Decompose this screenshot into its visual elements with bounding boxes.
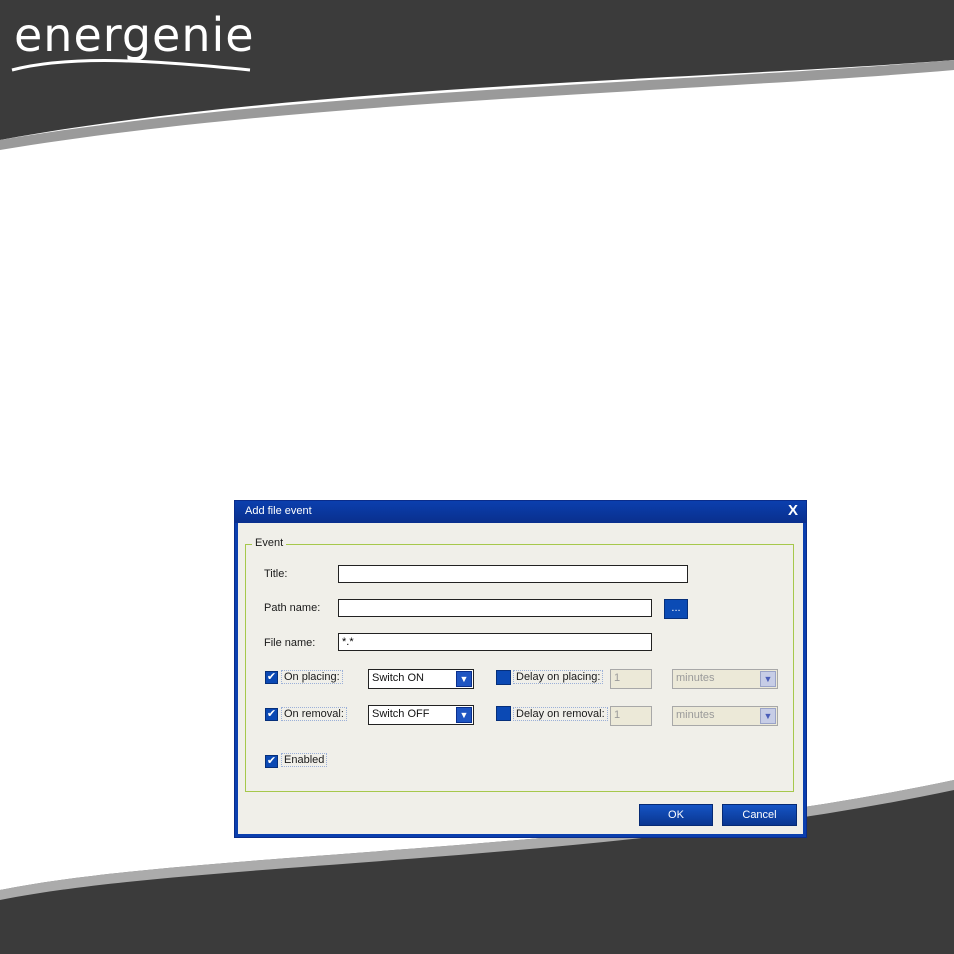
title-field[interactable] xyxy=(338,565,688,583)
file-name-label: File name: xyxy=(264,637,316,649)
delay-placing-value[interactable]: 1 xyxy=(610,669,652,689)
path-name-field[interactable] xyxy=(338,599,652,617)
chevron-down-icon[interactable]: ▼ xyxy=(760,671,776,687)
on-removal-label: On removal: xyxy=(281,707,347,721)
enabled-label: Enabled xyxy=(281,753,328,767)
on-placing-action-select[interactable]: Switch ON ▼ xyxy=(368,669,474,689)
path-name-label: Path name: xyxy=(264,602,321,614)
chevron-down-icon[interactable]: ▼ xyxy=(760,708,776,724)
enabled-checkbox[interactable]: ✔ xyxy=(265,755,278,768)
on-removal-checkbox[interactable]: ✔ xyxy=(265,708,278,721)
close-icon[interactable]: X xyxy=(785,502,801,520)
energenie-logo: energenie xyxy=(14,8,255,62)
delay-removal-value[interactable]: 1 xyxy=(610,706,652,726)
cancel-button[interactable]: Cancel xyxy=(722,804,797,826)
delay-placing-label: Delay on placing: xyxy=(513,670,604,684)
delay-placing-unit-value: minutes xyxy=(676,672,715,684)
on-removal-action-select[interactable]: Switch OFF ▼ xyxy=(368,705,474,725)
file-name-field[interactable] xyxy=(338,633,652,651)
delay-removal-checkbox[interactable] xyxy=(496,706,511,721)
delay-removal-unit-select[interactable]: minutes ▼ xyxy=(672,706,778,726)
chevron-down-icon[interactable]: ▼ xyxy=(456,707,472,723)
on-removal-action-value: Switch OFF xyxy=(372,708,430,720)
ok-button[interactable]: OK xyxy=(639,804,713,826)
on-placing-action-value: Switch ON xyxy=(372,672,424,684)
on-placing-label: On placing: xyxy=(281,670,343,684)
dialog-title: Add file event xyxy=(245,505,312,517)
chevron-down-icon[interactable]: ▼ xyxy=(456,671,472,687)
browse-button[interactable]: ... xyxy=(664,599,688,619)
delay-removal-unit-value: minutes xyxy=(676,709,715,721)
delay-placing-unit-select[interactable]: minutes ▼ xyxy=(672,669,778,689)
delay-placing-checkbox[interactable] xyxy=(496,670,511,685)
title-label: Title: xyxy=(264,568,288,580)
dialog-titlebar[interactable]: Add file event X xyxy=(235,501,806,523)
delay-removal-label: Delay on removal: xyxy=(513,707,608,721)
on-placing-checkbox[interactable]: ✔ xyxy=(265,671,278,684)
event-group-label: Event xyxy=(252,537,287,549)
